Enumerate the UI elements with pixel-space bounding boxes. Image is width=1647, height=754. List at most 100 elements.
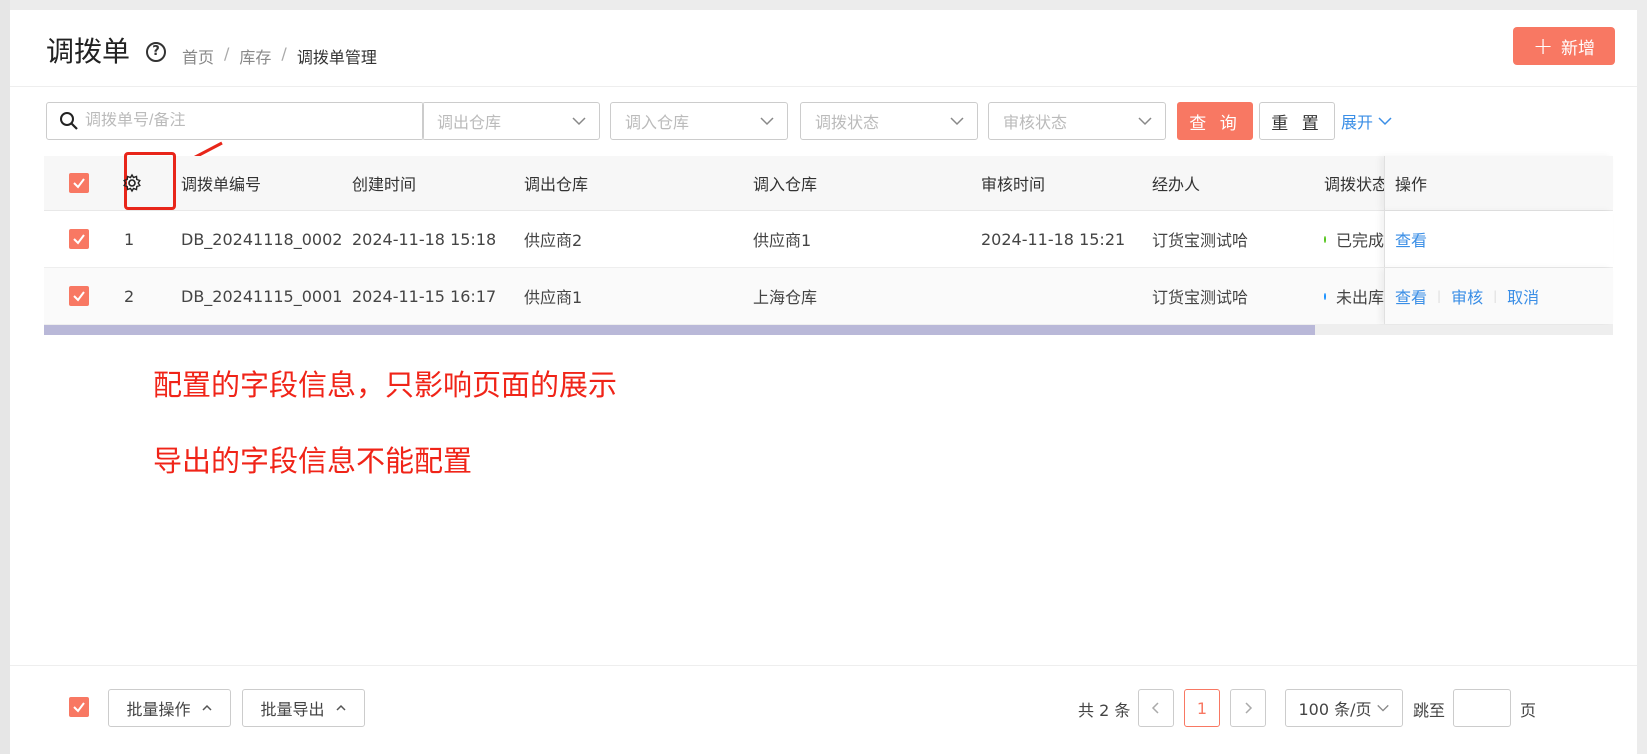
batch-export-label: 批量导出 [260, 700, 325, 719]
check-icon [73, 291, 85, 302]
row-index: 1 [124, 229, 135, 249]
view-link[interactable]: 查看 [1395, 284, 1427, 308]
created-time: 2024-11-18 15:18 [352, 229, 497, 249]
jump-label: 跳至 [1413, 701, 1446, 720]
scrollbar-thumb[interactable] [44, 325, 1315, 335]
ops-column-header: 操作 [1384, 156, 1613, 210]
handler: 订货宝测试哈 [1152, 288, 1249, 307]
annotation-line-2: 导出的字段信息不能配置 [153, 444, 473, 478]
chevron-up-icon [335, 704, 346, 711]
table-row: 1 DB_20241118_0002 2024-11-18 15:18 供应商2… [44, 211, 1613, 268]
prev-page-button[interactable] [1138, 689, 1174, 727]
column-header: 调拨状态 [1324, 175, 1384, 194]
in-warehouse: 上海仓库 [753, 288, 818, 307]
chevron-right-icon [1245, 702, 1253, 714]
view-link[interactable]: 查看 [1395, 227, 1427, 251]
row-index: 2 [124, 286, 135, 306]
page-size-label: 100 条/页 [1298, 700, 1372, 719]
checkbox[interactable] [69, 173, 89, 193]
handler: 订货宝测试哈 [1152, 231, 1249, 250]
transfer-table: 调拨单编号 创建时间 调出仓库 调入仓库 审核时间 经办人 调拨状态 操作 1 … [44, 152, 1613, 335]
status-label: 未出库 [1335, 288, 1384, 307]
column-header: 调入仓库 [753, 175, 818, 194]
transfer-status-placeholder: 调拨状态 [815, 113, 880, 132]
column-header: 调出仓库 [524, 175, 589, 194]
batch-export-button[interactable]: 批量导出 [242, 689, 365, 727]
next-page-button[interactable] [1230, 689, 1266, 727]
add-button-label: 新增 [1561, 38, 1596, 59]
query-button[interactable]: 查 询 [1177, 102, 1253, 140]
row-checkbox[interactable] [69, 229, 89, 249]
check-icon [73, 178, 85, 189]
chevron-down-icon [950, 117, 964, 126]
main-panel: 调拨单 ? 首页 / 库存 / 调拨单管理 + 新增 调出仓库 调入仓库 调拨状… [10, 10, 1637, 754]
batch-ops-button[interactable]: 批量操作 [108, 689, 231, 727]
gear-icon[interactable] [122, 173, 142, 193]
chevron-up-icon [201, 704, 212, 711]
status-cell: 已完成 [1324, 211, 1384, 267]
breadcrumb-separator: / [224, 44, 230, 63]
audit-time: 2024-11-18 15:21 [981, 229, 1126, 249]
page-size-select[interactable]: 100 条/页 [1285, 689, 1403, 727]
check-icon [73, 702, 85, 713]
chevron-left-icon [1151, 702, 1159, 714]
row-checkbox[interactable] [69, 286, 89, 306]
column-settings[interactable] [122, 156, 142, 210]
column-header: 审核时间 [981, 175, 1046, 194]
out-warehouse-select[interactable]: 调出仓库 [422, 102, 600, 140]
footer-select-all-checkbox[interactable] [69, 697, 89, 717]
ops-cell: 查看 | 审核 | 取消 [1384, 268, 1613, 324]
reset-button[interactable]: 重 置 [1259, 102, 1335, 140]
in-warehouse-select[interactable]: 调入仓库 [610, 102, 788, 140]
transfer-status-select[interactable]: 调拨状态 [800, 102, 978, 140]
audit-link[interactable]: 审核 [1451, 284, 1483, 308]
select-all-checkbox[interactable] [69, 156, 89, 210]
out-warehouse-placeholder: 调出仓库 [437, 113, 502, 132]
expand-label: 展开 [1341, 113, 1374, 132]
transfer-code: DB_20241115_0001 [181, 286, 343, 306]
op-separator: | [1437, 289, 1442, 303]
table-row: 2 DB_20241115_0001 2024-11-15 16:17 供应商1… [44, 268, 1613, 325]
status-cell: 未出库 [1324, 268, 1384, 324]
search-input[interactable] [85, 112, 405, 130]
footer-bar: 批量操作 批量导出 共 2 条 1 100 条/页 跳至 页 [10, 665, 1637, 729]
out-warehouse: 供应商1 [524, 288, 583, 307]
created-time: 2024-11-15 16:17 [352, 286, 497, 306]
horizontal-scrollbar[interactable] [44, 325, 1613, 335]
search-icon [60, 112, 78, 130]
page-edge [0, 0, 10, 754]
status-label: 已完成 [1335, 231, 1384, 250]
batch-ops-label: 批量操作 [126, 700, 191, 719]
search-field[interactable] [46, 102, 424, 140]
chevron-down-icon [1376, 704, 1389, 712]
in-warehouse: 供应商1 [753, 231, 812, 250]
help-icon[interactable]: ? [146, 42, 166, 62]
jump-page-input[interactable] [1453, 689, 1511, 727]
column-header: 创建时间 [352, 175, 417, 194]
annotation-line-1: 配置的字段信息，只影响页面的展示 [153, 368, 618, 402]
status-dot [1324, 235, 1326, 243]
audit-status-select[interactable]: 审核状态 [988, 102, 1166, 140]
check-icon [73, 234, 85, 245]
table-header: 调拨单编号 创建时间 调出仓库 调入仓库 审核时间 经办人 调拨状态 操作 [44, 152, 1613, 211]
ops-cell: 查看 [1384, 211, 1613, 267]
in-warehouse-placeholder: 调入仓库 [625, 113, 690, 132]
page-number-current[interactable]: 1 [1184, 689, 1220, 727]
page-unit-label: 页 [1520, 701, 1537, 720]
chevron-down-icon [572, 117, 586, 126]
chevron-down-icon [760, 117, 774, 126]
op-separator: | [1493, 289, 1498, 303]
expand-link[interactable]: 展开 [1341, 109, 1393, 133]
plus-icon: + [1532, 32, 1554, 60]
page-header: 调拨单 ? 首页 / 库存 / 调拨单管理 + 新增 [10, 10, 1637, 87]
column-header: 经办人 [1152, 175, 1201, 194]
add-button[interactable]: + 新增 [1513, 27, 1615, 65]
chevron-down-icon [1138, 117, 1152, 126]
column-header: 调拨单编号 [181, 175, 262, 194]
cancel-link[interactable]: 取消 [1507, 284, 1539, 308]
breadcrumb-inventory[interactable]: 库存 [239, 44, 271, 68]
transfer-code: DB_20241118_0002 [181, 229, 343, 249]
breadcrumb-home[interactable]: 首页 [182, 44, 214, 68]
column-header: 操作 [1395, 175, 1428, 194]
breadcrumb-current: 调拨单管理 [296, 48, 377, 67]
